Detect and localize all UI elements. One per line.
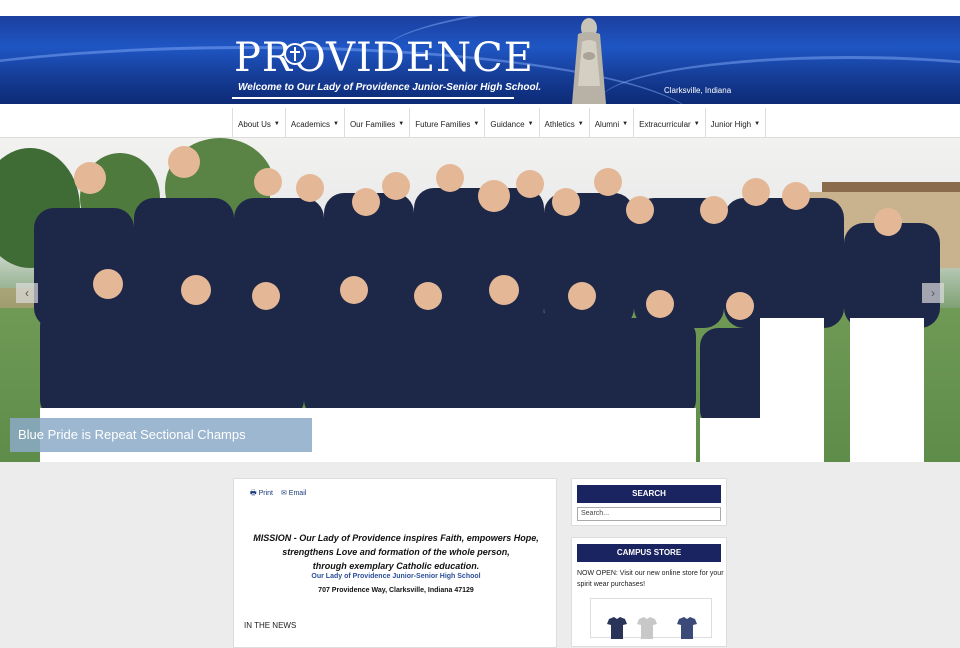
nav-item-athletics[interactable]: Athletics ▼ bbox=[540, 108, 590, 140]
school-address: 707 Providence Way, Clarksville, Indiana… bbox=[318, 587, 474, 594]
email-link[interactable]: ✉ Email bbox=[281, 489, 306, 500]
site-tagline: Welcome to Our Lady of Providence Junior… bbox=[238, 82, 542, 93]
envelope-icon: ✉ bbox=[280, 490, 287, 497]
tagline-underline bbox=[232, 97, 514, 99]
caret-down-icon: ▼ bbox=[473, 121, 480, 127]
search-widget-title: SEARCH bbox=[577, 485, 721, 503]
main-content: 🖶 Print ✉ Email MISSION - Our Lady of Pr… bbox=[233, 478, 557, 648]
caret-down-icon: ▼ bbox=[332, 121, 339, 127]
top-strip bbox=[0, 0, 960, 16]
caret-down-icon: ▼ bbox=[693, 121, 700, 127]
nav-item-label: About Us bbox=[238, 119, 271, 129]
nav-item-future-families[interactable]: Future Families ▼ bbox=[410, 108, 486, 140]
caret-down-icon: ▼ bbox=[754, 121, 761, 127]
mission-line: through exemplary Catholic education. bbox=[312, 561, 480, 571]
site-logo[interactable]: PROVIDENCE bbox=[234, 36, 534, 80]
nav-item-label: Future Families bbox=[415, 119, 471, 129]
caret-down-icon: ▼ bbox=[527, 121, 534, 127]
nav-item-label: Junior High bbox=[710, 119, 752, 129]
caret-down-icon: ▼ bbox=[398, 121, 405, 127]
nav-item-label: Athletics bbox=[544, 119, 575, 129]
print-label: Print bbox=[258, 490, 273, 497]
shirt-icon bbox=[637, 617, 657, 639]
shirt-icon bbox=[607, 617, 627, 639]
caret-down-icon: ▼ bbox=[622, 121, 629, 127]
hero-slider[interactable]: ‹ › bbox=[0, 138, 960, 462]
caret-down-icon: ▼ bbox=[273, 121, 280, 127]
nav-item-label: Alumni bbox=[594, 119, 620, 129]
nav-item-alumni[interactable]: Alumni ▼ bbox=[590, 108, 635, 140]
site-banner: PROVIDENCE Welcome to Our Lady of Provid… bbox=[0, 16, 960, 104]
nav-item-label: Extracurricular bbox=[639, 119, 691, 129]
nav-item-academics[interactable]: Academics ▼ bbox=[286, 108, 345, 140]
print-link[interactable]: 🖶 Print bbox=[250, 489, 273, 500]
nav-item-our-families[interactable]: Our Families ▼ bbox=[345, 108, 411, 140]
store-widget-title: CAMPUS STORE bbox=[577, 544, 721, 562]
mary-statue-image bbox=[572, 18, 606, 104]
nav-item-label: Our Families bbox=[349, 119, 396, 129]
main-nav: About Us ▼ Academics ▼ Our Families ▼ Futur… bbox=[0, 104, 960, 140]
mission-statement: MISSION - Our Lady of Providence inspire… bbox=[244, 531, 548, 573]
nav-item-junior-high[interactable]: Junior High ▼ bbox=[706, 108, 767, 140]
mission-line: MISSION - Our Lady of Providence inspire… bbox=[253, 533, 539, 543]
slide-caption[interactable]: Blue Pride is Repeat Sectional Champs bbox=[10, 418, 312, 452]
caret-down-icon: ▼ bbox=[577, 121, 584, 127]
cross-icon bbox=[284, 43, 306, 65]
email-label: Email bbox=[288, 490, 307, 497]
location-label: Clarksville, Indiana bbox=[664, 86, 732, 95]
store-text: NOW OPEN: Visit our new online store for… bbox=[577, 570, 724, 588]
slider-next-button[interactable]: › bbox=[922, 283, 944, 303]
store-product-image[interactable] bbox=[590, 598, 712, 639]
team-photo bbox=[34, 146, 940, 462]
school-name-link[interactable]: Our Lady of Providence Junior-Senior Hig… bbox=[244, 573, 548, 580]
news-heading: IN THE NEWS bbox=[244, 621, 297, 630]
slider-prev-button[interactable]: ‹ bbox=[16, 283, 38, 303]
campus-store-widget: CAMPUS STORE NOW OPEN: Visit our new onl… bbox=[571, 537, 727, 647]
article-tools: 🖶 Print ✉ Email bbox=[250, 489, 306, 500]
nav-item-about-us[interactable]: About Us ▼ bbox=[233, 108, 286, 140]
mission-line: strengthens Love and formation of the wh… bbox=[282, 547, 510, 557]
nav-item-label: Guidance bbox=[490, 119, 525, 129]
chevron-left-icon: ‹ bbox=[25, 286, 29, 300]
nav-menu: About Us ▼ Academics ▼ Our Families ▼ Futur… bbox=[232, 108, 767, 140]
nav-item-guidance[interactable]: Guidance ▼ bbox=[485, 108, 540, 140]
shirt-icon bbox=[677, 617, 697, 639]
nav-item-extracurricular[interactable]: Extracurricular ▼ bbox=[634, 108, 706, 140]
search-input[interactable]: Search... bbox=[577, 507, 721, 521]
chevron-right-icon: › bbox=[931, 286, 935, 300]
search-widget: SEARCH Search... bbox=[571, 478, 727, 526]
printer-icon: 🖶 bbox=[250, 490, 257, 497]
nav-item-label: Academics bbox=[290, 119, 330, 129]
